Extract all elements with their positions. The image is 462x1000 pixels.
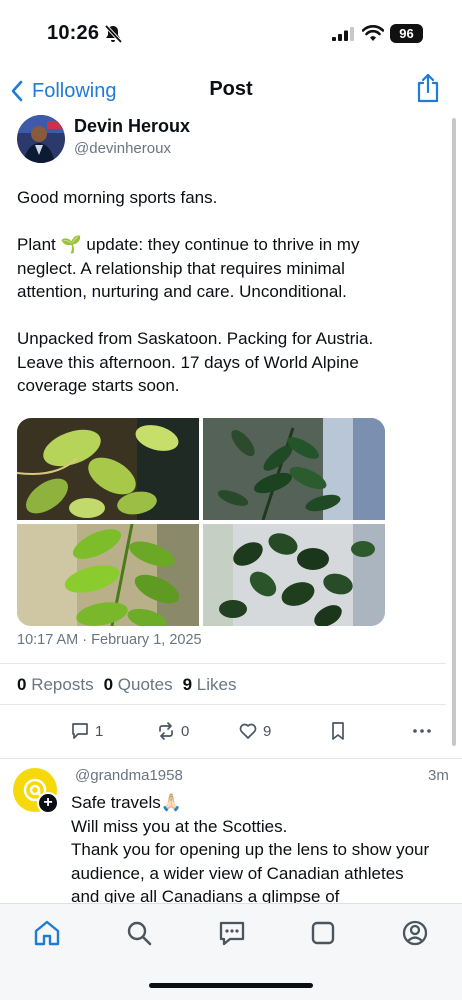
author-avatar[interactable]	[17, 115, 65, 163]
bell-slash-icon	[104, 24, 123, 44]
more-icon	[413, 729, 431, 733]
post-paragraph: Plant 🌱 update: they continue to thrive …	[17, 235, 360, 301]
post-paragraph: Unpacked from Saskatoon. Packing for Aus…	[17, 329, 374, 395]
reply-time: 3m	[428, 767, 449, 784]
reposts-label: Reposts	[31, 675, 94, 694]
likes-count: 9	[182, 675, 193, 694]
reposts-stat[interactable]: 0 Reposts	[17, 675, 94, 695]
home-icon[interactable]	[32, 918, 62, 948]
plant-image-2[interactable]	[203, 418, 385, 520]
reply-button[interactable]: 1	[70, 720, 103, 742]
likes-stat[interactable]: 9 Likes	[183, 675, 237, 695]
plant-image-4[interactable]	[203, 524, 385, 626]
like-button[interactable]: 9	[238, 720, 271, 742]
reposts-count: 0	[17, 675, 27, 694]
divider	[0, 758, 462, 759]
like-count: 9	[263, 722, 272, 740]
scrollbar[interactable]	[452, 118, 456, 746]
wifi-icon	[362, 25, 384, 41]
divider	[0, 663, 446, 664]
share-icon[interactable]	[414, 72, 442, 104]
divider	[0, 704, 446, 705]
author-name[interactable]: Devin Heroux	[74, 116, 190, 137]
more-button[interactable]	[412, 720, 437, 742]
home-indicator	[149, 983, 313, 988]
quotes-label: Quotes	[117, 675, 173, 694]
post-stats: 0 Reposts 0 Quotes 9 Likes	[17, 675, 236, 695]
repost-count: 0	[181, 722, 190, 740]
post-image-grid	[17, 418, 385, 626]
likes-label: Likes	[196, 675, 237, 694]
feeds-icon[interactable]	[308, 918, 338, 948]
repost-icon	[159, 722, 173, 740]
reply-line: Safe travels🙏🏻	[71, 793, 182, 812]
page-title: Post	[209, 78, 253, 100]
plant-image-3[interactable]	[17, 524, 199, 626]
repost-button[interactable]: 0	[156, 720, 189, 742]
reply-count: 1	[95, 722, 104, 740]
bookmark-button[interactable]	[330, 720, 351, 742]
quotes-count: 0	[103, 675, 114, 694]
status-time: 10:26	[47, 22, 100, 44]
like-icon	[239, 723, 257, 739]
post-body: Good morning sports fans. Plant 🌱 update…	[17, 186, 417, 421]
follow-plus-icon[interactable]: +	[37, 792, 59, 814]
search-icon[interactable]	[124, 918, 154, 948]
profile-icon[interactable]	[400, 918, 430, 948]
post-paragraph: Good morning sports fans.	[17, 188, 218, 207]
quotes-stat[interactable]: 0 Quotes	[104, 675, 173, 695]
reply-icon	[72, 723, 88, 739]
reply-body: Safe travels🙏🏻 Will miss you at the Scot…	[71, 791, 431, 909]
reply-handle[interactable]: @grandma1958	[75, 767, 183, 784]
reply-line: Will miss you at the Scotties.	[71, 816, 288, 836]
post-timestamp: 10:17 AM · February 1, 2025	[17, 632, 202, 648]
author-handle[interactable]: @devinheroux	[74, 140, 171, 157]
battery-indicator: 96	[390, 24, 423, 43]
plant-image-1[interactable]	[17, 418, 199, 520]
bookmark-icon	[332, 722, 344, 740]
reply-line: Thank you for opening up the lens to sho…	[71, 840, 430, 906]
messages-icon[interactable]	[217, 918, 247, 948]
signal-icon	[332, 27, 354, 41]
